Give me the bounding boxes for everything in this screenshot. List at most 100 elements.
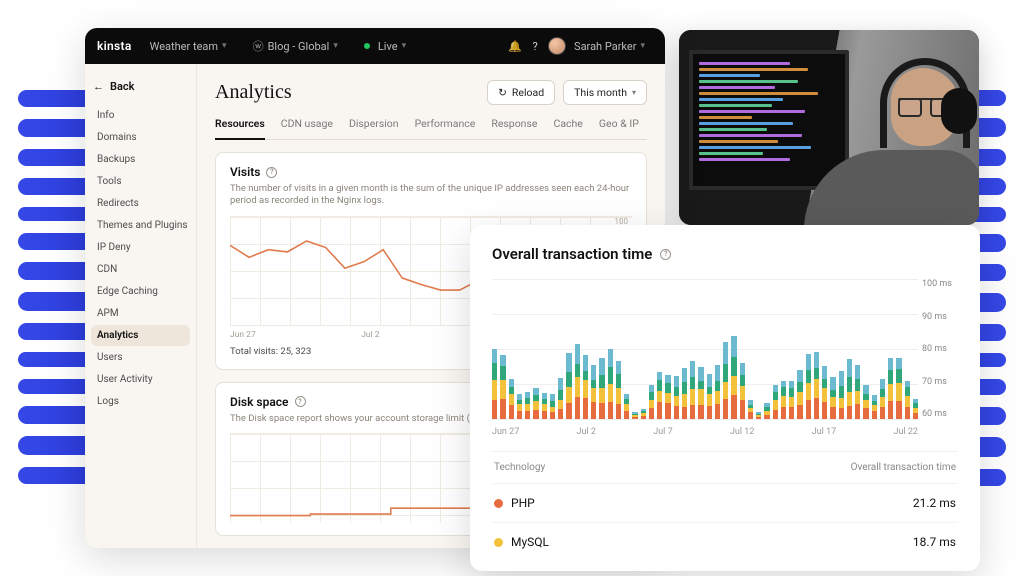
tab-resources[interactable]: Resources [215, 117, 265, 140]
bar-stack [839, 279, 844, 419]
chevron-left-icon: ← [93, 80, 104, 93]
sidebar-item-backups[interactable]: Backups [91, 149, 190, 170]
sidebar-item-user-activity[interactable]: User Activity [91, 369, 190, 390]
tab-response[interactable]: Response [491, 117, 537, 139]
bar-stack [591, 279, 596, 419]
bar-stack [855, 279, 860, 419]
status-dot-icon [364, 43, 370, 49]
sidebar-item-info[interactable]: Info [91, 105, 190, 126]
bar-stack [690, 279, 695, 419]
sidebar-item-ip-deny[interactable]: IP Deny [91, 237, 190, 258]
help-icon[interactable]: ? [660, 249, 671, 260]
bar-stack [847, 279, 852, 419]
bar-stack [764, 279, 769, 419]
sidebar-item-edge-caching[interactable]: Edge Caching [91, 281, 190, 302]
bar-stack [525, 279, 530, 419]
bar-stack [797, 279, 802, 419]
bar-stack [773, 279, 778, 419]
bar-stack [533, 279, 538, 419]
transaction-table-head: Technology Overall transaction time [492, 451, 958, 483]
bar-stack [905, 279, 910, 419]
brand-logo: kinsta [97, 39, 132, 53]
reload-button[interactable]: ↻ Reload [487, 80, 555, 105]
tab-cdn-usage[interactable]: CDN usage [281, 117, 333, 139]
sidebar: ← Back InfoDomainsBackupsToolsRedirectsT… [85, 64, 197, 548]
sidebar-item-redirects[interactable]: Redirects [91, 193, 190, 214]
bar-stack [880, 279, 885, 419]
topbar: kinsta Weather team▾ ⓦ Blog - Global▾ Li… [85, 28, 665, 64]
promo-photo [679, 30, 979, 225]
bar-stack [517, 279, 522, 419]
bar-stack [558, 279, 563, 419]
tab-geo-ip[interactable]: Geo & IP [599, 117, 639, 139]
bar-stack [698, 279, 703, 419]
page-title: Analytics [215, 81, 292, 104]
bar-stack [888, 279, 893, 419]
sidebar-item-tools[interactable]: Tools [91, 171, 190, 192]
bar-stack [830, 279, 835, 419]
chevron-down-icon: ▾ [333, 41, 338, 51]
bar-stack [789, 279, 794, 419]
bar-stack [665, 279, 670, 419]
sidebar-item-analytics[interactable]: Analytics [91, 325, 190, 346]
bar-stack [707, 279, 712, 419]
bar-stack [863, 279, 868, 419]
tab-performance[interactable]: Performance [415, 117, 476, 139]
table-row: PHP21.2 ms [492, 483, 958, 522]
bar-stack [806, 279, 811, 419]
bar-stack [492, 279, 497, 419]
sidebar-item-cdn[interactable]: CDN [91, 259, 190, 280]
bar-stack [500, 279, 505, 419]
sidebar-item-logs[interactable]: Logs [91, 391, 190, 412]
bar-stack [822, 279, 827, 419]
chevron-down-icon: ▾ [640, 41, 645, 51]
help-icon[interactable]: ? [528, 40, 542, 53]
transaction-x-axis: Jun 27Jul 2Jul 7Jul 12Jul 17Jul 22 [492, 423, 958, 437]
reload-icon: ↻ [498, 86, 507, 99]
bar-stack [599, 279, 604, 419]
legend-dot-icon [494, 499, 503, 508]
bar-stack [723, 279, 728, 419]
bar-stack [575, 279, 580, 419]
legend-dot-icon [494, 538, 503, 547]
avatar[interactable] [548, 37, 566, 55]
chevron-down-icon: ▾ [402, 41, 407, 51]
sidebar-item-apm[interactable]: APM [91, 303, 190, 324]
bar-stack [657, 279, 662, 419]
bar-stack [542, 279, 547, 419]
sidebar-item-themes-and-plugins[interactable]: Themes and Plugins [91, 215, 190, 236]
bar-stack [731, 279, 736, 419]
transaction-chart: 100 ms90 ms80 ms70 ms60 ms [492, 279, 958, 419]
chevron-down-icon: ▾ [632, 88, 636, 97]
bar-stack [814, 279, 819, 419]
bar-stack [632, 279, 637, 419]
env-status-selector[interactable]: Live▾ [356, 36, 414, 57]
bell-icon[interactable]: 🔔 [508, 40, 522, 53]
bar-stack [616, 279, 621, 419]
bar-stack [641, 279, 646, 419]
bar-stack [608, 279, 613, 419]
user-menu[interactable]: Sarah Parker▾ [572, 36, 653, 57]
period-select[interactable]: This month ▾ [563, 80, 647, 105]
env-selector[interactable]: Weather team▾ [142, 36, 235, 57]
bar-stack [624, 279, 629, 419]
sidebar-item-domains[interactable]: Domains [91, 127, 190, 148]
bar-stack [756, 279, 761, 419]
back-button[interactable]: ← Back [91, 76, 190, 105]
help-icon[interactable]: ? [266, 167, 277, 178]
bar-stack [550, 279, 555, 419]
tab-cache[interactable]: Cache [553, 117, 582, 139]
transaction-time-card: Overall transaction time ? 100 ms90 ms80… [470, 225, 980, 571]
bar-stack [715, 279, 720, 419]
tab-dispersion[interactable]: Dispersion [349, 117, 399, 139]
bar-stack [781, 279, 786, 419]
tabs: Resources CDN usage Dispersion Performance R… [215, 117, 647, 140]
help-icon[interactable]: ? [295, 396, 306, 407]
site-selector[interactable]: ⓦ Blog - Global▾ [245, 34, 346, 58]
bar-stack [913, 279, 918, 419]
sidebar-item-users[interactable]: Users [91, 347, 190, 368]
card-title: Disk space [230, 395, 289, 409]
bar-stack [740, 279, 745, 419]
chevron-down-icon: ▾ [222, 41, 227, 51]
photo-person [814, 60, 979, 225]
